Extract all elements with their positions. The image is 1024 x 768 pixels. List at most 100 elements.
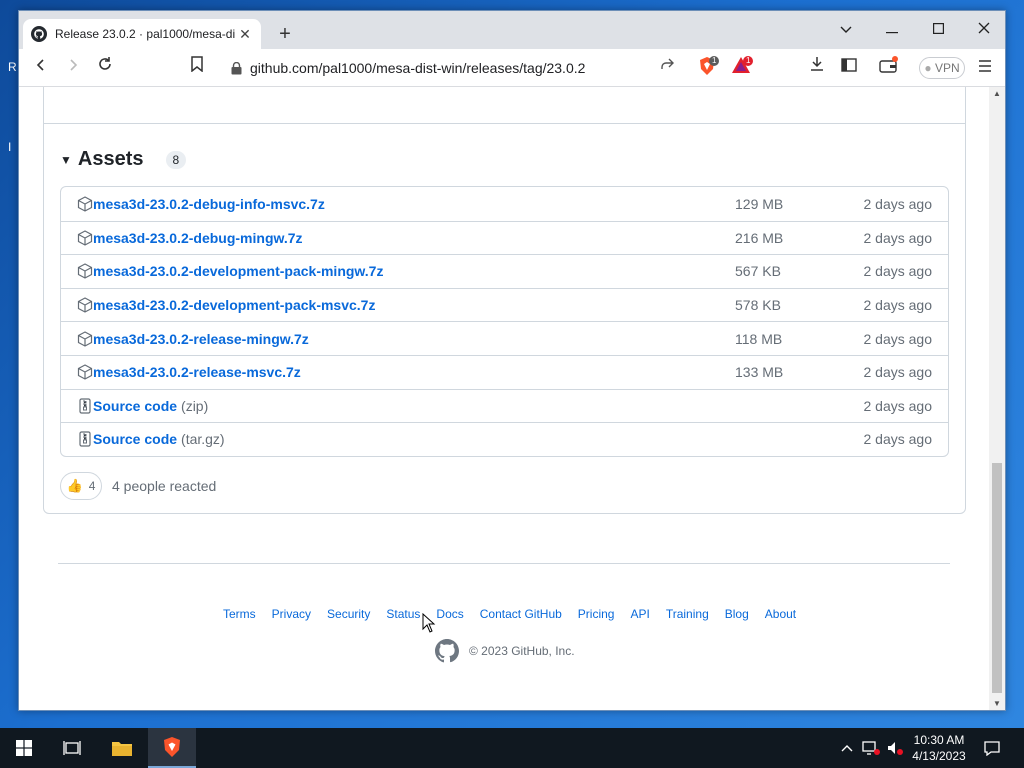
folder-icon bbox=[112, 742, 132, 756]
asset-link[interactable]: mesa3d-23.0.2-debug-mingw.7z bbox=[93, 230, 303, 246]
assets-header[interactable]: ▼ Assets 8 bbox=[60, 148, 187, 171]
asset-size: 133 MB bbox=[735, 364, 784, 381]
wallet-icon[interactable] bbox=[877, 56, 901, 80]
brave-taskbar-button[interactable] bbox=[148, 728, 196, 768]
asset-link[interactable]: Source code bbox=[93, 431, 177, 447]
tab-title: Release 23.0.2 · pal1000/mesa-dist-win bbox=[55, 27, 235, 41]
footer-link-contact-github[interactable]: Contact GitHub bbox=[480, 607, 562, 621]
share-icon[interactable] bbox=[655, 56, 679, 80]
desktop-icon-label: R bbox=[8, 60, 17, 74]
footer-link-status[interactable]: Status bbox=[386, 607, 420, 621]
windows-logo-icon bbox=[16, 740, 32, 756]
asset-row: mesa3d-23.0.2-release-msvc.7z 133 MB 2 day… bbox=[61, 354, 948, 389]
scroll-up-arrow-icon[interactable]: ▲ bbox=[989, 87, 1005, 101]
desktop-icon-label: I bbox=[8, 140, 12, 154]
asset-row: mesa3d-23.0.2-development-pack-mingw.7z 5… bbox=[61, 254, 948, 288]
thumbs-up-reaction-button[interactable]: 👍 4 bbox=[60, 472, 102, 500]
reactions-summary: 4 people reacted bbox=[112, 478, 217, 494]
file-explorer-button[interactable] bbox=[98, 728, 146, 768]
browser-toolbar: github.com/pal1000/mesa-dist-win/release… bbox=[19, 49, 1005, 87]
back-button[interactable] bbox=[29, 56, 53, 80]
scrollbar-thumb[interactable] bbox=[992, 463, 1002, 693]
rewards-badge: 1 bbox=[743, 56, 754, 66]
start-button[interactable] bbox=[0, 728, 48, 768]
volume-muted-icon[interactable] bbox=[884, 728, 906, 768]
asset-size: 118 MB bbox=[735, 330, 783, 347]
package-icon bbox=[77, 196, 93, 212]
footer-link-about[interactable]: About bbox=[765, 607, 796, 621]
divider bbox=[44, 123, 965, 124]
system-clock[interactable]: 10:30 AM 4/13/2023 bbox=[906, 732, 972, 764]
asset-link[interactable]: mesa3d-23.0.2-debug-info-msvc.7z bbox=[93, 196, 325, 212]
footer-link-training[interactable]: Training bbox=[666, 607, 709, 621]
scroll-down-arrow-icon[interactable]: ▼ bbox=[989, 697, 1005, 710]
minimize-button[interactable] bbox=[869, 15, 915, 43]
reactions: 👍 4 4 people reacted bbox=[60, 472, 216, 500]
footer-links: Terms Privacy Security Status Docs Contact Gi… bbox=[223, 607, 812, 621]
collapse-triangle-icon[interactable]: ▼ bbox=[60, 153, 72, 167]
brave-shields-icon[interactable]: 1 bbox=[695, 56, 720, 80]
package-icon bbox=[77, 297, 93, 313]
clock-date: 4/13/2023 bbox=[912, 749, 966, 763]
brave-rewards-icon[interactable]: 1 bbox=[729, 56, 754, 80]
vpn-button[interactable]: ● VPN bbox=[919, 57, 965, 79]
release-box: ▼ Assets 8 mesa3d-23.0.2-debug-info-msvc… bbox=[43, 87, 966, 514]
asset-size: 129 MB bbox=[735, 195, 784, 212]
github-logo-icon[interactable] bbox=[435, 639, 459, 663]
notification-center-button[interactable] bbox=[980, 728, 1004, 768]
footer-link-api[interactable]: API bbox=[630, 607, 649, 621]
footer-link-docs[interactable]: Docs bbox=[436, 607, 463, 621]
asset-row: mesa3d-23.0.2-development-pack-msvc.7z 57… bbox=[61, 287, 948, 322]
asset-link[interactable]: mesa3d-23.0.2-release-msvc.7z bbox=[93, 364, 301, 380]
new-tab-button[interactable]: + bbox=[273, 23, 297, 47]
assets-title: Assets bbox=[77, 148, 144, 170]
footer-link-terms[interactable]: Terms bbox=[223, 607, 256, 621]
asset-date: 2 days ago bbox=[863, 229, 933, 246]
asset-date: 2 days ago bbox=[863, 263, 933, 280]
asset-link[interactable]: mesa3d-23.0.2-release-mingw.7z bbox=[93, 331, 309, 347]
sidebar-icon[interactable] bbox=[837, 56, 861, 80]
maximize-button[interactable] bbox=[915, 15, 961, 43]
asset-row: mesa3d-23.0.2-debug-mingw.7z 216 MB 2 days… bbox=[61, 220, 948, 255]
network-icon[interactable] bbox=[860, 728, 882, 768]
task-view-button[interactable] bbox=[48, 728, 96, 768]
vpn-status-dot-icon: ● bbox=[924, 61, 932, 75]
asset-row: Source code (zip) 2 days ago bbox=[61, 388, 948, 423]
package-icon bbox=[77, 230, 93, 246]
bookmark-icon[interactable] bbox=[185, 56, 209, 80]
clock-time: 10:30 AM bbox=[913, 733, 965, 747]
footer-link-pricing[interactable]: Pricing bbox=[578, 607, 615, 621]
copyright-text: © 2023 GitHub, Inc. bbox=[469, 644, 575, 658]
tab-close-icon[interactable]: ✕ bbox=[237, 26, 253, 42]
chevron-up-icon bbox=[841, 745, 853, 752]
asset-date: 2 days ago bbox=[863, 364, 933, 381]
tab-release[interactable]: Release 23.0.2 · pal1000/mesa-dist-win ✕ bbox=[23, 19, 261, 49]
close-window-button[interactable] bbox=[961, 15, 1005, 43]
assets-count-badge: 8 bbox=[165, 150, 187, 169]
asset-link[interactable]: Source code bbox=[93, 398, 177, 414]
package-icon bbox=[77, 263, 93, 280]
menu-icon[interactable] bbox=[973, 56, 997, 80]
footer-divider bbox=[58, 563, 950, 564]
downloads-icon[interactable] bbox=[805, 56, 829, 80]
footer-copyright: © 2023 GitHub, Inc. bbox=[435, 639, 575, 663]
reaction-count: 4 bbox=[88, 479, 96, 493]
forward-button[interactable] bbox=[61, 56, 85, 80]
github-favicon-icon bbox=[31, 26, 47, 42]
mouse-cursor-icon bbox=[422, 613, 436, 633]
footer-link-security[interactable]: Security bbox=[327, 607, 370, 621]
asset-link[interactable]: mesa3d-23.0.2-development-pack-msvc.7z bbox=[93, 297, 375, 313]
address-bar[interactable]: github.com/pal1000/mesa-dist-win/release… bbox=[219, 53, 705, 83]
vertical-scrollbar[interactable]: ▲ ▼ bbox=[989, 87, 1005, 710]
zip-icon bbox=[77, 398, 93, 414]
reload-button[interactable] bbox=[93, 56, 117, 80]
footer-link-privacy[interactable]: Privacy bbox=[272, 607, 311, 621]
show-hidden-icons-button[interactable] bbox=[838, 728, 856, 768]
notification-icon bbox=[984, 741, 1000, 756]
asset-size: 216 MB bbox=[735, 229, 784, 246]
footer-link-blog[interactable]: Blog bbox=[725, 607, 749, 621]
task-view-icon bbox=[63, 741, 81, 755]
asset-link[interactable]: mesa3d-23.0.2-development-pack-mingw.7z bbox=[93, 263, 383, 279]
tab-search-icon[interactable] bbox=[823, 15, 869, 43]
brave-lion-icon bbox=[164, 737, 180, 757]
